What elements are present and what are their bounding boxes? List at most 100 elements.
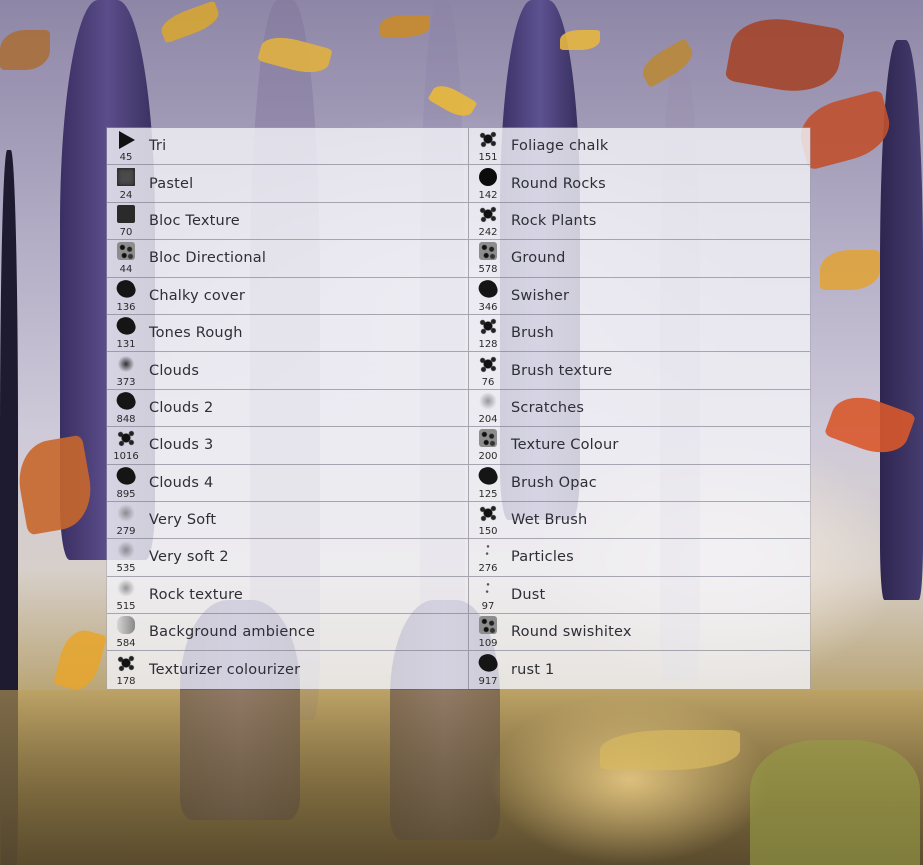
round-rocks-brush-icon — [479, 167, 497, 186]
brush-preset-item[interactable]: 178 Texturizer colourizer — [107, 651, 468, 687]
brush-thumbnail: 24 — [107, 166, 145, 202]
brush-preset-item[interactable]: 204 Scratches — [469, 390, 810, 428]
brush-thumbnail: 109 — [469, 614, 507, 650]
brush-size-label: 578 — [478, 264, 498, 276]
brush-preset-item[interactable]: 917 rust 1 — [469, 651, 810, 687]
brush-preset-item[interactable]: 515 Rock texture — [107, 577, 468, 615]
brush-preset-item[interactable]: 131 Tones Rough — [107, 314, 468, 353]
brush-name-label: Texturizer colourizer — [149, 661, 301, 678]
brush-preset-item[interactable]: 242 Rock Plants — [469, 203, 810, 241]
brush-preset-item[interactable]: 279 Very Soft — [107, 502, 468, 540]
brush-preset-item[interactable]: 848 Clouds 2 — [107, 389, 468, 428]
brush-name-label: Very Soft — [149, 512, 217, 529]
brush-thumbnail: 276 — [469, 539, 507, 575]
brush-name-label: Scratches — [511, 399, 585, 416]
brush-thumbnail: 44 — [107, 240, 145, 276]
brush-thumbnail: 373 — [107, 353, 145, 389]
brush-preset-item[interactable]: 142 Round Rocks — [469, 165, 810, 203]
brush-size-label: 151 — [478, 152, 498, 164]
brush-size-label: 178 — [116, 675, 136, 687]
brush-thumbnail: 142 — [469, 166, 507, 202]
brush-size-label: 109 — [478, 638, 498, 650]
brush-size-label: 97 — [481, 600, 495, 612]
brush-thumbnail: 131 — [107, 314, 145, 351]
brush-preset-item[interactable]: 44 Bloc Directional — [107, 240, 468, 278]
brush-preset-item[interactable]: 584 Background ambience — [107, 614, 468, 652]
brush-preset-item[interactable]: 535 Very soft 2 — [107, 539, 468, 577]
foliage-chalk-brush-icon — [479, 130, 497, 149]
clouds-2-brush-icon — [114, 389, 138, 413]
brush-size-label: 346 — [478, 301, 498, 313]
brush-preset-item[interactable]: 97 Dust — [469, 577, 810, 615]
brush-name-label: Round swishitex — [511, 624, 632, 641]
brush-size-label: 44 — [119, 264, 133, 276]
brush-size-label: 373 — [116, 376, 136, 388]
brush-name-label: Swisher — [511, 287, 570, 304]
brush-brush-icon — [479, 317, 497, 336]
brush-name-label: Clouds 3 — [149, 437, 214, 454]
brush-thumbnail: 200 — [469, 427, 507, 463]
texture-colour-brush-icon — [479, 429, 497, 448]
brush-thumbnail: 150 — [469, 502, 507, 538]
brush-name-label: Clouds — [149, 362, 200, 379]
brush-presets-panel: 45 Tri 24 Pastel 70 Bloc Texture 44 Bloc… — [107, 128, 810, 689]
brush-preset-item[interactable]: 76 Brush texture — [469, 352, 810, 390]
brush-size-label: 917 — [478, 675, 498, 687]
brush-name-label: Round Rocks — [511, 175, 606, 192]
brush-thumbnail: 125 — [469, 464, 507, 501]
bloc-directional-brush-icon — [117, 242, 135, 261]
ground-brush-icon — [479, 242, 497, 261]
brush-thumbnail: 45 — [107, 128, 145, 164]
brush-thumbnail: 584 — [107, 614, 145, 650]
brush-preset-item[interactable]: 136 Chalky cover — [107, 277, 468, 315]
brush-preset-item[interactable]: 578 Ground — [469, 240, 810, 278]
brush-list-right-column: 151 Foliage chalk 142 Round Rocks 242 Ro… — [469, 128, 810, 689]
brush-size-label: 125 — [478, 488, 498, 500]
swisher-brush-icon — [476, 277, 500, 301]
brush-preset-item[interactable]: 346 Swisher — [469, 277, 810, 315]
brush-thumbnail: 895 — [107, 464, 145, 501]
background-ambience-brush-icon — [117, 616, 135, 635]
brush-name-label: Brush texture — [511, 362, 613, 379]
brush-thumbnail: 76 — [469, 353, 507, 389]
brush-preset-item[interactable]: 70 Bloc Texture — [107, 203, 468, 241]
rock-texture-brush-icon — [117, 578, 135, 597]
brush-thumbnail: 136 — [107, 277, 145, 314]
brush-thumbnail: 279 — [107, 502, 145, 538]
brush-size-label: 136 — [116, 301, 136, 313]
brush-thumbnail: 204 — [469, 390, 507, 426]
brush-name-label: Clouds 2 — [149, 399, 214, 416]
brush-preset-item[interactable]: 24 Pastel — [107, 165, 468, 203]
brush-name-label: Brush — [511, 325, 554, 342]
brush-preset-item[interactable]: 373 Clouds — [107, 352, 468, 390]
brush-name-label: Tones Rough — [149, 325, 243, 342]
brush-size-label: 142 — [478, 189, 498, 201]
brush-preset-item[interactable]: 151 Foliage chalk — [469, 128, 810, 166]
very-soft-brush-icon — [117, 504, 135, 523]
brush-thumbnail: 535 — [107, 539, 145, 575]
brush-preset-item[interactable]: 276 Particles — [469, 539, 810, 577]
dust-brush-icon — [479, 578, 497, 597]
brush-thumbnail: 917 — [469, 651, 507, 688]
brush-size-label: 1016 — [113, 451, 139, 463]
brush-name-label: Dust — [511, 586, 546, 603]
brush-name-label: Chalky cover — [149, 287, 246, 304]
brush-preset-item[interactable]: 128 Brush — [469, 315, 810, 353]
brush-name-label: Bloc Directional — [149, 250, 267, 267]
brush-preset-item[interactable]: 150 Wet Brush — [469, 502, 810, 540]
brush-preset-item[interactable]: 109 Round swishitex — [469, 614, 810, 652]
brush-size-label: 200 — [478, 451, 498, 463]
brush-preset-item[interactable]: 125 Brush Opac — [469, 464, 810, 502]
brush-preset-item[interactable]: 895 Clouds 4 — [107, 464, 468, 502]
brush-size-label: 279 — [116, 526, 136, 538]
brush-thumbnail: 178 — [107, 652, 145, 688]
clouds-brush-icon — [117, 354, 135, 373]
brush-name-label: Foliage chalk — [511, 138, 609, 155]
brush-preset-item[interactable]: 45 Tri — [107, 128, 468, 166]
brush-thumbnail: 1016 — [107, 427, 145, 463]
brush-list-left-column: 45 Tri 24 Pastel 70 Bloc Texture 44 Bloc… — [107, 128, 469, 689]
brush-preset-item[interactable]: 200 Texture Colour — [469, 427, 810, 465]
brush-preset-item[interactable]: 1016 Clouds 3 — [107, 427, 468, 465]
pastel-brush-icon — [117, 167, 135, 186]
brush-name-label: Rock Plants — [511, 212, 597, 229]
